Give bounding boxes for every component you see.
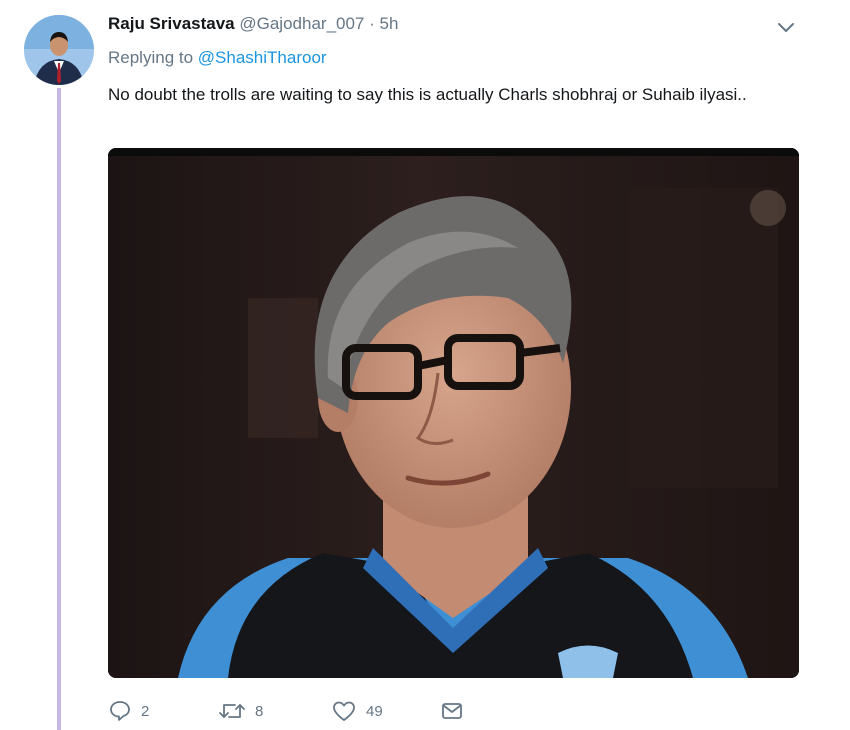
- reply-icon: [108, 699, 132, 723]
- retweet-button[interactable]: 8: [218, 696, 263, 726]
- separator: ·: [369, 14, 375, 33]
- tweet-header: Raju Srivastava @Gajodhar_007 · 5h: [108, 14, 398, 34]
- heart-icon: [331, 699, 357, 723]
- envelope-icon: [440, 699, 464, 723]
- avatar[interactable]: [24, 15, 94, 85]
- direct-message-button[interactable]: [440, 696, 464, 726]
- reply-count: 2: [141, 702, 150, 720]
- retweet-count: 8: [255, 702, 264, 720]
- reply-button[interactable]: 2: [108, 696, 149, 726]
- like-button[interactable]: 49: [331, 696, 383, 726]
- reply-mention-link[interactable]: @ShashiTharoor: [198, 48, 327, 67]
- tweet-text: No doubt the trolls are waiting to say t…: [108, 85, 747, 104]
- tweet-actions: 2 8 49: [108, 696, 808, 726]
- thread-line: [57, 88, 61, 730]
- reply-prefix: Replying to: [108, 48, 194, 67]
- tweet: Raju Srivastava @Gajodhar_007 · 5h Reply…: [0, 0, 850, 730]
- chevron-down-icon[interactable]: [774, 18, 798, 38]
- author-name[interactable]: Raju Srivastava: [108, 14, 235, 33]
- retweet-icon: [218, 699, 246, 723]
- timestamp[interactable]: 5h: [380, 14, 399, 33]
- author-handle[interactable]: @Gajodhar_007: [239, 14, 364, 33]
- replying-to: Replying to @ShashiTharoor: [108, 48, 327, 68]
- tweet-photo[interactable]: [108, 148, 799, 678]
- like-count: 49: [366, 702, 383, 720]
- photo-image: [108, 148, 799, 678]
